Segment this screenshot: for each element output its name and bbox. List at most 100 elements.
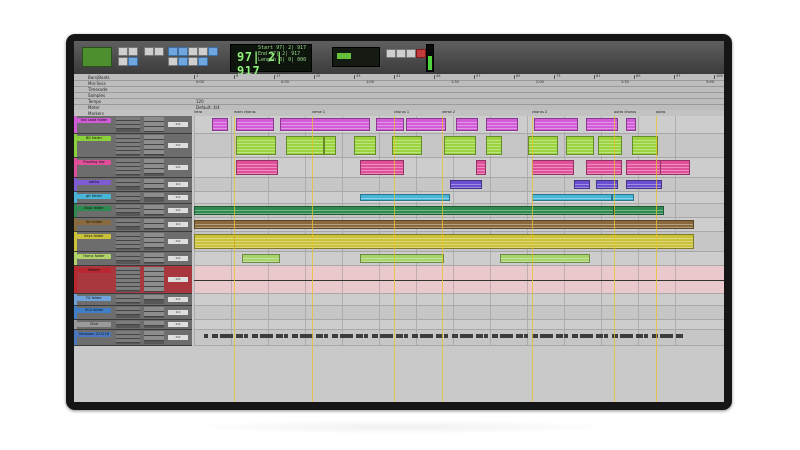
insert-slot[interactable] — [116, 287, 140, 291]
track-name[interactable]: Floating Vox — [77, 160, 111, 165]
tab-to-transient-icon[interactable] — [188, 57, 198, 66]
insert-slots[interactable] — [116, 267, 140, 292]
audio-clip[interactable] — [236, 160, 278, 175]
volume-display[interactable]: 0.0 — [168, 222, 188, 227]
track-header[interactable]: BG folder 0.0 — [74, 134, 192, 158]
audio-clip[interactable] — [242, 254, 280, 263]
zoom-in-icon[interactable] — [154, 47, 164, 56]
insert-slots[interactable] — [116, 117, 140, 132]
track-lane[interactable] — [194, 158, 724, 178]
audio-clip[interactable] — [444, 136, 476, 156]
audio-clip[interactable] — [286, 136, 324, 156]
insert-slots[interactable] — [116, 219, 140, 230]
track-header[interactable]: Bass folder 0.0 — [74, 204, 192, 218]
track-name[interactable]: Click — [77, 322, 111, 327]
track-lane[interactable] — [194, 192, 724, 204]
insert-slots[interactable] — [116, 307, 140, 318]
insert-slot[interactable] — [116, 299, 140, 303]
track-lane[interactable] — [194, 320, 724, 330]
audio-clip[interactable] — [456, 118, 478, 132]
track-name[interactable]: FX folder — [77, 296, 111, 301]
io-section[interactable] — [144, 321, 164, 328]
insert-slot[interactable] — [116, 125, 140, 129]
track-header[interactable]: FX folder 0.0 — [74, 294, 192, 306]
insert-slot[interactable] — [116, 311, 140, 315]
shuffle-mode-button[interactable] — [118, 47, 128, 56]
volume-display[interactable]: 0.0 — [168, 195, 188, 200]
audio-clip[interactable] — [324, 136, 336, 156]
track-lane[interactable] — [194, 204, 724, 218]
marker-label[interactable]: chorus 2 — [532, 110, 547, 114]
audio-clip[interactable] — [376, 118, 404, 132]
link-timeline-icon[interactable] — [198, 57, 208, 66]
audio-clip[interactable] — [532, 160, 574, 175]
io-section[interactable] — [144, 179, 164, 190]
audio-clip[interactable] — [354, 136, 376, 156]
audio-clip[interactable] — [586, 160, 622, 175]
io-section[interactable] — [144, 307, 164, 318]
insert-slot[interactable] — [116, 197, 140, 201]
stop-button[interactable] — [396, 49, 406, 58]
io-section[interactable] — [144, 135, 164, 156]
selection-fields[interactable]: Start 97| 2| 917 End 97| 2| 917 Length 0… — [258, 45, 306, 63]
track-header[interactable]: Horns folder 0.0 — [74, 252, 192, 266]
audio-clip[interactable] — [234, 234, 694, 249]
audio-clip[interactable] — [612, 194, 634, 202]
insert-slot[interactable] — [116, 321, 140, 325]
io-slot[interactable] — [144, 321, 164, 326]
io-section[interactable] — [144, 267, 164, 292]
track-header[interactable]: Adlibs 0.0 — [74, 178, 192, 192]
record-button[interactable] — [416, 49, 426, 58]
audio-clip[interactable] — [660, 160, 690, 175]
play-button[interactable] — [406, 49, 416, 58]
track-name[interactable]: Vox Lead folder — [77, 118, 111, 123]
master-automation-line[interactable] — [194, 280, 724, 281]
io-section[interactable] — [144, 159, 164, 176]
insert-slot[interactable] — [116, 209, 140, 213]
io-slot[interactable] — [144, 127, 164, 132]
insert-slot[interactable] — [116, 171, 140, 175]
insert-slots[interactable] — [116, 321, 140, 328]
smart-tool-icon[interactable] — [168, 57, 178, 66]
volume-display[interactable]: 0.0 — [168, 256, 188, 261]
volume-display[interactable]: 0.0 — [168, 239, 188, 244]
volume-display[interactable]: 0.0 — [168, 277, 188, 282]
scrubber-tool-icon[interactable] — [198, 47, 208, 56]
insert-slots[interactable] — [116, 135, 140, 156]
track-header[interactable]: Click 0.0 — [74, 320, 192, 330]
insert-slots[interactable] — [116, 331, 140, 344]
io-slot[interactable] — [144, 193, 164, 198]
marker-label[interactable]: verse 1 — [312, 110, 325, 114]
audio-clip[interactable] — [626, 118, 636, 132]
volume-display[interactable]: 0.0 — [168, 310, 188, 315]
volume-display[interactable]: 0.0 — [168, 182, 188, 187]
volume-display[interactable]: 0.0 — [168, 143, 188, 148]
track-lane[interactable] — [194, 306, 724, 320]
track-name[interactable]: Horns folder — [77, 254, 111, 259]
marker-label[interactable]: main chorus — [234, 110, 256, 114]
io-slot[interactable] — [144, 295, 164, 300]
audio-clip[interactable] — [280, 118, 370, 132]
marker-label[interactable]: outro chorus — [614, 110, 636, 114]
insert-slot[interactable] — [116, 183, 140, 187]
track-lane[interactable] — [194, 266, 724, 294]
trim-tool-icon[interactable] — [168, 47, 178, 56]
audio-clip[interactable] — [532, 194, 612, 202]
audio-clip[interactable] — [450, 180, 482, 189]
track-name[interactable]: Master — [77, 268, 111, 273]
volume-display[interactable]: 0.0 — [168, 335, 188, 340]
io-slot[interactable] — [144, 169, 164, 174]
io-slot[interactable] — [144, 150, 164, 155]
track-name[interactable]: Gtr folder — [77, 220, 111, 225]
pencil-tool-icon[interactable] — [208, 47, 218, 56]
track-lane[interactable] — [194, 134, 724, 158]
volume-display[interactable]: 0.0 — [168, 122, 188, 127]
track-name[interactable]: BG folder — [77, 136, 111, 141]
track-header[interactable]: gtr folder 0.0 — [74, 192, 192, 204]
track-lane[interactable] — [194, 232, 724, 252]
insert-slots[interactable] — [116, 159, 140, 176]
track-name[interactable]: VCA folder — [77, 308, 111, 313]
insert-slots[interactable] — [116, 205, 140, 216]
spot-mode-button[interactable] — [118, 57, 128, 66]
track-lane[interactable] — [194, 294, 724, 306]
